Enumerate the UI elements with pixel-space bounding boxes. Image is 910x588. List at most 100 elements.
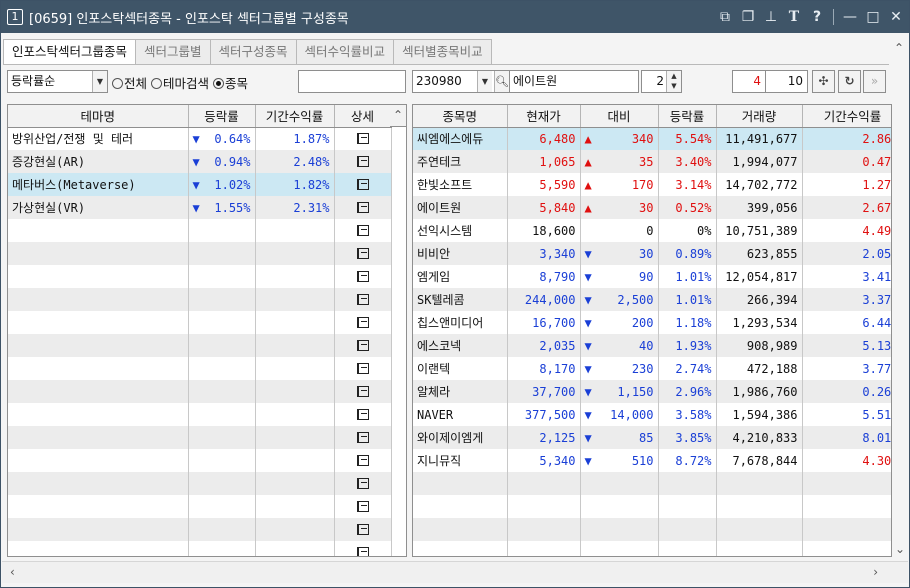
detail-cell[interactable]	[334, 380, 392, 403]
stock-row[interactable]: 엠게임8,790▼ 90 1.01%12,054,8173.41%	[413, 265, 891, 288]
detail-cell[interactable]	[334, 403, 392, 426]
radio-all[interactable]	[112, 78, 123, 89]
font-size-icon[interactable]: T	[787, 8, 801, 26]
detail-cell[interactable]	[334, 150, 392, 173]
radio-theme-search[interactable]	[151, 78, 162, 89]
scroll-down-icon[interactable]: ⌄	[895, 542, 905, 556]
detail-cell[interactable]	[334, 472, 392, 495]
stock-row[interactable]: 알체라37,700▼ 1,150 2.96%1,986,7600.26%	[413, 380, 891, 403]
stock-code-input[interactable]: 230980 ▼ 🔍︎	[412, 70, 510, 93]
stock-row[interactable]: 씨엠에스에듀6,480▲ 340 5.54%11,491,6772.86%	[413, 127, 891, 150]
col-theme-name[interactable]: 테마명	[8, 105, 189, 128]
stock-row[interactable]: 와이제이엠게2,125▼ 85 3.85%4,210,8338.01%	[413, 426, 891, 449]
detail-icon[interactable]	[356, 132, 369, 144]
stock-row[interactable]: 주연테크1,065▲ 35 3.40%1,994,0770.47%	[413, 150, 891, 173]
detail-cell[interactable]	[334, 357, 392, 380]
stock-row[interactable]: 한빛소프트5,590▲ 170 3.14%14,702,7721.27%	[413, 173, 891, 196]
detail-cell[interactable]	[334, 265, 392, 288]
sort-select[interactable]: 등락률순 ▼	[7, 70, 108, 93]
scroll-right-icon[interactable]: ›	[873, 565, 878, 579]
stock-name-cell[interactable]: 한빛소프트	[413, 173, 508, 196]
settings-icon[interactable]: ✣	[812, 70, 835, 93]
stock-row[interactable]	[413, 541, 891, 556]
theme-row[interactable]	[8, 380, 392, 403]
theme-row[interactable]: 증강현실(AR) ▼ 0.94% 2.48%	[8, 150, 392, 173]
detail-icon[interactable]	[356, 155, 369, 167]
detail-icon[interactable]	[356, 178, 369, 190]
detail-cell[interactable]	[334, 196, 392, 219]
theme-row[interactable]	[8, 265, 392, 288]
theme-row[interactable]: 가상현실(VR) ▼ 1.55% 2.31%	[8, 196, 392, 219]
theme-row[interactable]	[8, 242, 392, 265]
col-volume[interactable]: 거래량	[716, 105, 803, 128]
stock-name-cell[interactable]: 칩스앤미디어	[413, 311, 508, 334]
detail-cell[interactable]	[334, 334, 392, 357]
detail-cell[interactable]	[334, 541, 392, 556]
chevron-down-icon[interactable]: ▼	[92, 71, 107, 92]
detail-cell[interactable]	[334, 288, 392, 311]
copy-icon[interactable]: ❐	[741, 8, 755, 26]
theme-name-cell[interactable]: 방위산업/전쟁 및 테러	[8, 127, 189, 150]
detail-icon[interactable]	[356, 247, 369, 259]
detail-icon[interactable]	[356, 431, 369, 443]
col-detail[interactable]: 상세	[334, 105, 392, 128]
radio-stock[interactable]	[213, 78, 224, 89]
stock-name-cell[interactable]: 에스코넥	[413, 334, 508, 357]
theme-row[interactable]	[8, 426, 392, 449]
stock-name-cell[interactable]: 비비안	[413, 242, 508, 265]
detail-icon[interactable]	[356, 408, 369, 420]
theme-name-cell[interactable]: 가상현실(VR)	[8, 196, 189, 219]
theme-row[interactable]	[8, 449, 392, 472]
search-icon[interactable]: 🔍︎	[494, 71, 509, 92]
detail-cell[interactable]	[334, 242, 392, 265]
tab-sector-stock-compare[interactable]: 섹터별종목비교	[394, 39, 492, 65]
minimize-icon[interactable]: —	[843, 8, 857, 26]
col-change[interactable]: 대비	[580, 105, 659, 128]
pin-icon[interactable]: ⊥	[764, 8, 778, 26]
detail-icon[interactable]	[356, 293, 369, 305]
stock-name-cell[interactable]: 이랜텍	[413, 357, 508, 380]
maximize-icon[interactable]: □	[866, 8, 880, 26]
theme-row[interactable]	[8, 495, 392, 518]
scroll-up-icon[interactable]: ⌃	[894, 41, 904, 55]
theme-name-cell[interactable]: 메타버스(Metaverse)	[8, 173, 189, 196]
detail-icon[interactable]	[356, 201, 369, 213]
theme-row[interactable]	[8, 472, 392, 495]
stock-name-cell[interactable]: 주연테크	[413, 150, 508, 173]
stock-row[interactable]: SK텔레콤244,000▼ 2,500 1.01%266,3943.37%	[413, 288, 891, 311]
stock-name-cell[interactable]: NAVER	[413, 403, 508, 426]
stock-row[interactable]: 선익시스템18,600 0 0%10,751,3894.49%	[413, 219, 891, 242]
stock-row[interactable]: 이랜텍8,170▼ 230 2.74%472,1883.77%	[413, 357, 891, 380]
col-change-rate[interactable]: 등락률	[188, 105, 256, 128]
stock-row[interactable]: NAVER377,500▼ 14,000 3.58%1,594,3865.51%	[413, 403, 891, 426]
theme-search-input[interactable]	[298, 70, 406, 93]
detail-icon[interactable]	[356, 362, 369, 374]
theme-row[interactable]	[8, 311, 392, 334]
detail-icon[interactable]	[356, 224, 369, 236]
detail-cell[interactable]	[334, 173, 392, 196]
refresh-icon[interactable]: ↻	[838, 70, 861, 93]
detail-icon[interactable]	[356, 546, 369, 556]
stock-row[interactable]: 에이트원5,840▲ 30 0.52%399,0562.67%	[413, 196, 891, 219]
col-period-return[interactable]: 기간수익률	[802, 105, 891, 128]
tab-sector-components[interactable]: 섹터구성종목	[210, 39, 297, 65]
scroll-left-icon[interactable]: ‹	[10, 565, 15, 579]
theme-row[interactable]	[8, 334, 392, 357]
col-change-rate[interactable]: 등락률	[658, 105, 717, 128]
stock-row[interactable]	[413, 472, 891, 495]
col-period-return[interactable]: 기간수익률	[255, 105, 335, 128]
stock-row[interactable]	[413, 495, 891, 518]
stock-row[interactable]	[413, 518, 891, 541]
theme-row[interactable]	[8, 403, 392, 426]
close-icon[interactable]: ✕	[889, 8, 903, 26]
restore-window-icon[interactable]: ⧉	[718, 8, 732, 26]
detail-icon[interactable]	[356, 454, 369, 466]
stock-code-dropdown-icon[interactable]: ▼	[477, 71, 492, 92]
col-current-price[interactable]: 현재가	[507, 105, 581, 128]
detail-cell[interactable]	[334, 495, 392, 518]
stock-name-cell[interactable]: 와이제이엠게	[413, 426, 508, 449]
period-spinner[interactable]: 2 ▲ ▼	[641, 70, 682, 93]
theme-row[interactable]	[8, 288, 392, 311]
theme-row[interactable]	[8, 518, 392, 541]
detail-icon[interactable]	[356, 270, 369, 282]
